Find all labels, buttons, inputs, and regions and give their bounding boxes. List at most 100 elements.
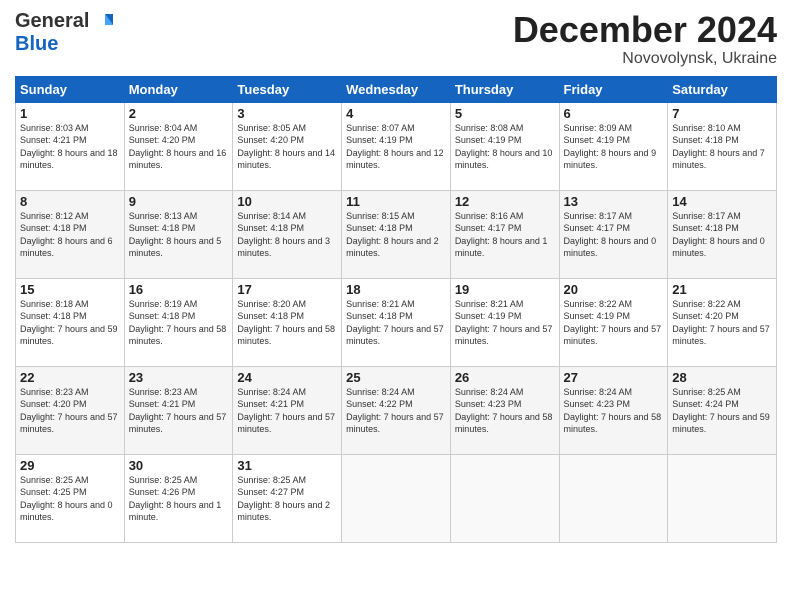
title-block: December 2024 Novovolynsk, Ukraine [513,10,777,68]
table-row: 6 Sunrise: 8:09 AM Sunset: 4:19 PM Dayli… [559,102,668,190]
table-row: 27 Sunrise: 8:24 AM Sunset: 4:23 PM Dayl… [559,366,668,454]
day-info: Sunrise: 8:25 AM Sunset: 4:25 PM Dayligh… [20,474,120,524]
day-info: Sunrise: 8:22 AM Sunset: 4:19 PM Dayligh… [564,298,664,348]
table-row: 16 Sunrise: 8:19 AM Sunset: 4:18 PM Dayl… [124,278,233,366]
day-info: Sunrise: 8:24 AM Sunset: 4:23 PM Dayligh… [564,386,664,436]
table-row [450,454,559,542]
day-number: 2 [129,106,229,121]
header-thursday: Thursday [450,76,559,102]
day-info: Sunrise: 8:14 AM Sunset: 4:18 PM Dayligh… [237,210,337,260]
table-row: 29 Sunrise: 8:25 AM Sunset: 4:25 PM Dayl… [16,454,125,542]
day-number: 16 [129,282,229,297]
day-number: 23 [129,370,229,385]
header-saturday: Saturday [668,76,777,102]
day-number: 10 [237,194,337,209]
day-info: Sunrise: 8:23 AM Sunset: 4:21 PM Dayligh… [129,386,229,436]
table-row: 26 Sunrise: 8:24 AM Sunset: 4:23 PM Dayl… [450,366,559,454]
day-info: Sunrise: 8:19 AM Sunset: 4:18 PM Dayligh… [129,298,229,348]
header-sunday: Sunday [16,76,125,102]
logo: General Blue [15,10,113,56]
table-row: 31 Sunrise: 8:25 AM Sunset: 4:27 PM Dayl… [233,454,342,542]
logo-blue-text: Blue [15,33,58,55]
day-number: 27 [564,370,664,385]
table-row: 24 Sunrise: 8:24 AM Sunset: 4:21 PM Dayl… [233,366,342,454]
day-number: 9 [129,194,229,209]
day-number: 8 [20,194,120,209]
header: General Blue December 2024 Novovolynsk, … [15,10,777,68]
table-row: 2 Sunrise: 8:04 AM Sunset: 4:20 PM Dayli… [124,102,233,190]
table-row: 11 Sunrise: 8:15 AM Sunset: 4:18 PM Dayl… [342,190,451,278]
table-row: 23 Sunrise: 8:23 AM Sunset: 4:21 PM Dayl… [124,366,233,454]
day-info: Sunrise: 8:25 AM Sunset: 4:26 PM Dayligh… [129,474,229,524]
table-row: 20 Sunrise: 8:22 AM Sunset: 4:19 PM Dayl… [559,278,668,366]
day-number: 31 [237,458,337,473]
day-info: Sunrise: 8:16 AM Sunset: 4:17 PM Dayligh… [455,210,555,260]
subtitle: Novovolynsk, Ukraine [513,50,777,68]
day-number: 24 [237,370,337,385]
day-info: Sunrise: 8:13 AM Sunset: 4:18 PM Dayligh… [129,210,229,260]
calendar-week-row: 15 Sunrise: 8:18 AM Sunset: 4:18 PM Dayl… [16,278,777,366]
calendar-week-row: 8 Sunrise: 8:12 AM Sunset: 4:18 PM Dayli… [16,190,777,278]
calendar: Sunday Monday Tuesday Wednesday Thursday… [15,76,777,543]
table-row: 5 Sunrise: 8:08 AM Sunset: 4:19 PM Dayli… [450,102,559,190]
day-info: Sunrise: 8:24 AM Sunset: 4:23 PM Dayligh… [455,386,555,436]
day-info: Sunrise: 8:07 AM Sunset: 4:19 PM Dayligh… [346,122,446,172]
day-number: 17 [237,282,337,297]
day-number: 19 [455,282,555,297]
day-number: 28 [672,370,772,385]
table-row [342,454,451,542]
day-info: Sunrise: 8:21 AM Sunset: 4:18 PM Dayligh… [346,298,446,348]
day-number: 18 [346,282,446,297]
day-info: Sunrise: 8:22 AM Sunset: 4:20 PM Dayligh… [672,298,772,348]
header-wednesday: Wednesday [342,76,451,102]
day-number: 1 [20,106,120,121]
day-info: Sunrise: 8:15 AM Sunset: 4:18 PM Dayligh… [346,210,446,260]
logo-icon [91,11,113,33]
table-row: 17 Sunrise: 8:20 AM Sunset: 4:18 PM Dayl… [233,278,342,366]
calendar-week-row: 22 Sunrise: 8:23 AM Sunset: 4:20 PM Dayl… [16,366,777,454]
day-number: 26 [455,370,555,385]
header-tuesday: Tuesday [233,76,342,102]
day-number: 14 [672,194,772,209]
table-row: 19 Sunrise: 8:21 AM Sunset: 4:19 PM Dayl… [450,278,559,366]
header-monday: Monday [124,76,233,102]
day-number: 22 [20,370,120,385]
logo-general-text: General [15,10,89,33]
day-info: Sunrise: 8:25 AM Sunset: 4:24 PM Dayligh… [672,386,772,436]
table-row: 4 Sunrise: 8:07 AM Sunset: 4:19 PM Dayli… [342,102,451,190]
table-row: 30 Sunrise: 8:25 AM Sunset: 4:26 PM Dayl… [124,454,233,542]
table-row: 10 Sunrise: 8:14 AM Sunset: 4:18 PM Dayl… [233,190,342,278]
day-number: 12 [455,194,555,209]
table-row: 25 Sunrise: 8:24 AM Sunset: 4:22 PM Dayl… [342,366,451,454]
day-number: 3 [237,106,337,121]
day-info: Sunrise: 8:24 AM Sunset: 4:21 PM Dayligh… [237,386,337,436]
day-info: Sunrise: 8:24 AM Sunset: 4:22 PM Dayligh… [346,386,446,436]
day-info: Sunrise: 8:23 AM Sunset: 4:20 PM Dayligh… [20,386,120,436]
day-number: 29 [20,458,120,473]
calendar-week-row: 1 Sunrise: 8:03 AM Sunset: 4:21 PM Dayli… [16,102,777,190]
table-row: 7 Sunrise: 8:10 AM Sunset: 4:18 PM Dayli… [668,102,777,190]
day-number: 11 [346,194,446,209]
day-number: 7 [672,106,772,121]
table-row [559,454,668,542]
day-number: 6 [564,106,664,121]
day-number: 5 [455,106,555,121]
day-info: Sunrise: 8:12 AM Sunset: 4:18 PM Dayligh… [20,210,120,260]
day-info: Sunrise: 8:17 AM Sunset: 4:18 PM Dayligh… [672,210,772,260]
day-info: Sunrise: 8:10 AM Sunset: 4:18 PM Dayligh… [672,122,772,172]
table-row: 1 Sunrise: 8:03 AM Sunset: 4:21 PM Dayli… [16,102,125,190]
header-friday: Friday [559,76,668,102]
day-info: Sunrise: 8:20 AM Sunset: 4:18 PM Dayligh… [237,298,337,348]
day-info: Sunrise: 8:18 AM Sunset: 4:18 PM Dayligh… [20,298,120,348]
day-number: 4 [346,106,446,121]
table-row: 21 Sunrise: 8:22 AM Sunset: 4:20 PM Dayl… [668,278,777,366]
weekday-header-row: Sunday Monday Tuesday Wednesday Thursday… [16,76,777,102]
table-row: 9 Sunrise: 8:13 AM Sunset: 4:18 PM Dayli… [124,190,233,278]
calendar-week-row: 29 Sunrise: 8:25 AM Sunset: 4:25 PM Dayl… [16,454,777,542]
table-row: 22 Sunrise: 8:23 AM Sunset: 4:20 PM Dayl… [16,366,125,454]
day-info: Sunrise: 8:04 AM Sunset: 4:20 PM Dayligh… [129,122,229,172]
table-row [668,454,777,542]
day-info: Sunrise: 8:09 AM Sunset: 4:19 PM Dayligh… [564,122,664,172]
day-number: 15 [20,282,120,297]
table-row: 12 Sunrise: 8:16 AM Sunset: 4:17 PM Dayl… [450,190,559,278]
